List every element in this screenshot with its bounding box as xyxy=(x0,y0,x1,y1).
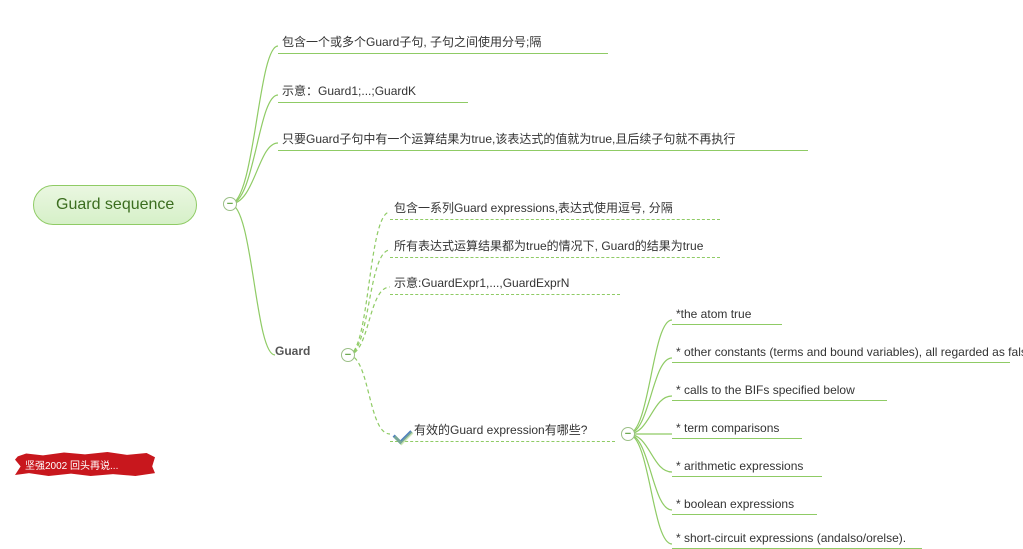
guard-child-syntax[interactable]: 示意:GuardExpr1,...,GuardExprN xyxy=(390,272,620,295)
root-node[interactable]: Guard sequence xyxy=(33,185,197,225)
expr-atom-true[interactable]: *the atom true xyxy=(672,305,782,325)
expressions-toggle[interactable]: − xyxy=(621,427,635,441)
node-syntax-hint[interactable]: 示意：Guard1;...;GuardK xyxy=(278,80,468,103)
expr-other-constants[interactable]: * other constants (terms and bound varia… xyxy=(672,343,1010,363)
expr-short-circuit[interactable]: * short-circuit expressions (andalso/ore… xyxy=(672,529,922,549)
watermark-badge: 坚强2002 回头再说... xyxy=(15,452,155,476)
guard-child-expressions[interactable]: 包含一系列Guard expressions,表达式使用逗号, 分隔 xyxy=(390,197,720,220)
guard-child-all-true[interactable]: 所有表达式运算结果都为true的情况下, Guard的结果为true xyxy=(390,235,720,258)
expr-boolean[interactable]: * boolean expressions xyxy=(672,495,817,515)
root-title: Guard sequence xyxy=(56,196,174,213)
guard-toggle[interactable]: − xyxy=(341,348,355,362)
check-icon xyxy=(394,425,410,437)
guard-node[interactable]: Guard xyxy=(275,344,310,358)
expr-arithmetic[interactable]: * arithmetic expressions xyxy=(672,457,822,477)
root-toggle[interactable]: − xyxy=(223,197,237,211)
watermark-text: 坚强2002 回头再说... xyxy=(25,457,118,472)
node-contains-clauses[interactable]: 包含一个或多个Guard子句, 子句之间使用分号;隔 xyxy=(278,31,608,54)
expr-bif-calls[interactable]: * calls to the BIFs specified below xyxy=(672,381,887,401)
node-true-short-circuit[interactable]: 只要Guard子句中有一个运算结果为true,该表达式的值就为true,且后续子… xyxy=(278,128,808,151)
expr-term-comparisons[interactable]: * term comparisons xyxy=(672,419,802,439)
guard-child-valid-expressions[interactable]: 有效的Guard expression有哪些? xyxy=(390,419,615,442)
